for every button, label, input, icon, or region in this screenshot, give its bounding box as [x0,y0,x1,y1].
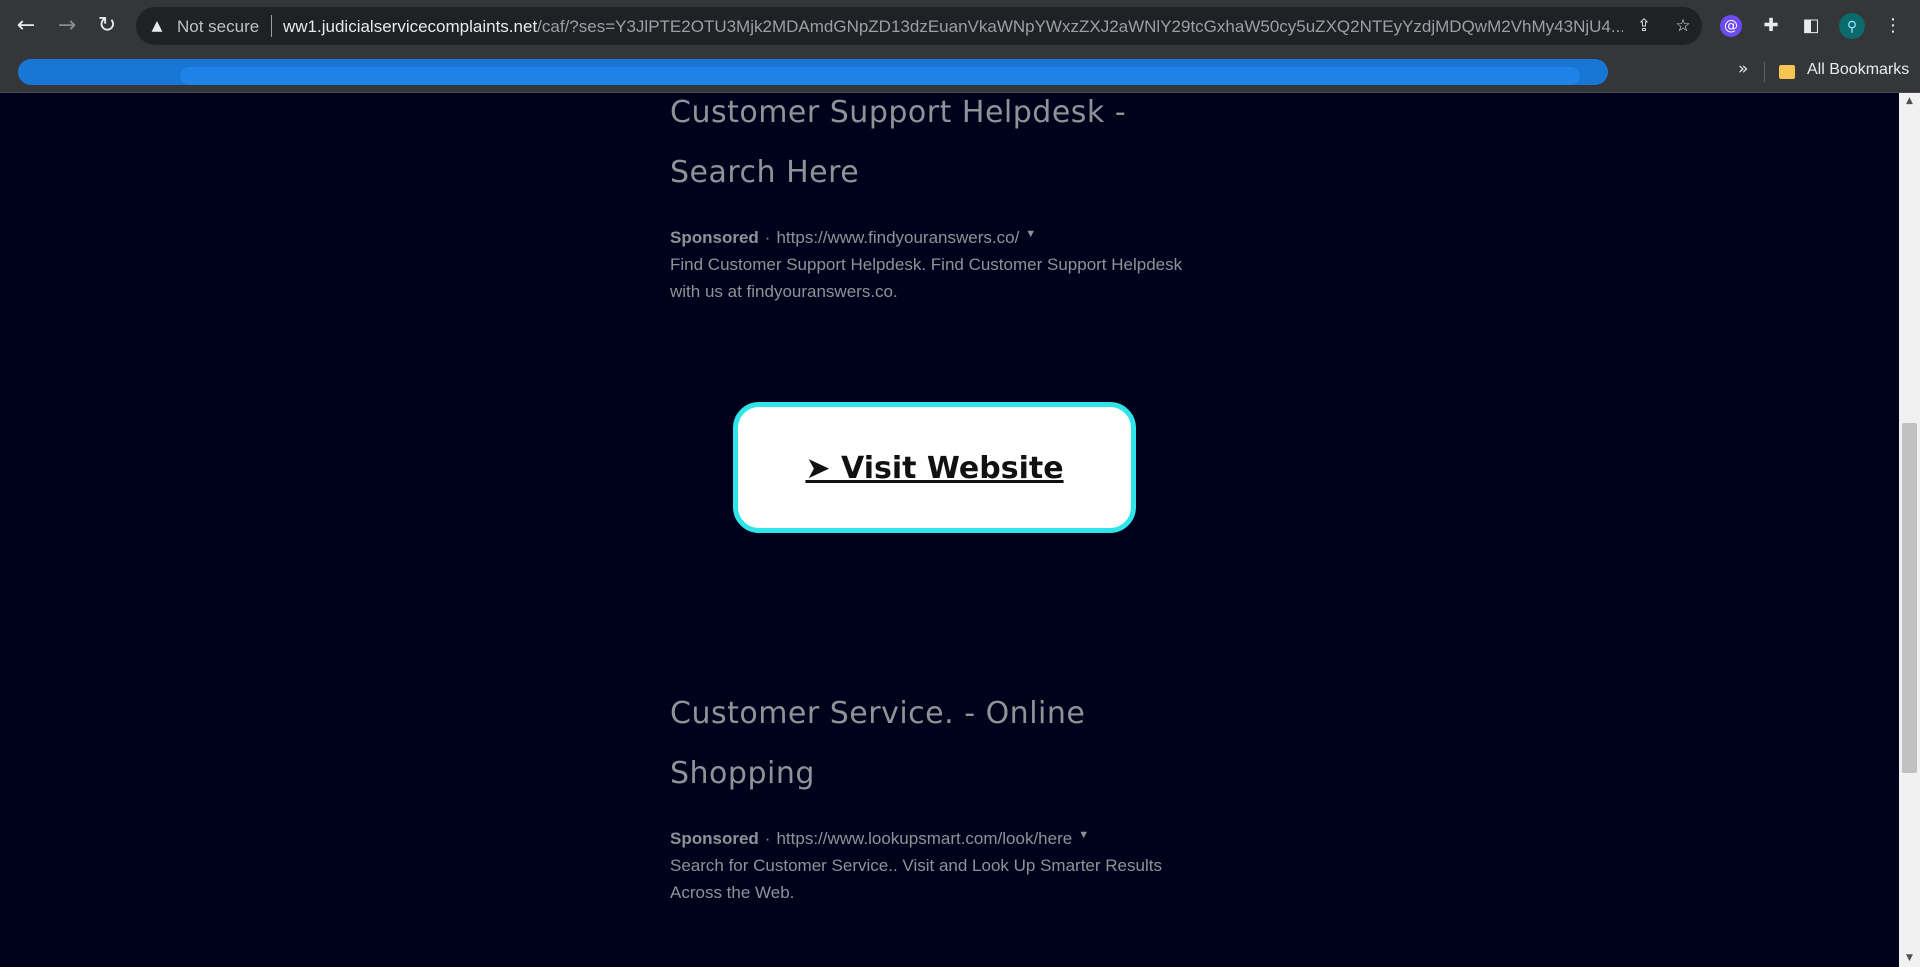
browser-toolbar: ← → ↻ ▲ Not secure ww1.judicialserviceco… [0,0,1920,53]
ad-url[interactable]: https://www.lookupsmart.com/look/here [776,829,1072,848]
visit-website-button[interactable]: ➤ Visit Website [733,402,1136,533]
sponsored-label: Sponsored [670,228,759,247]
ad-listing: Customer Service. - Online Shopping Spon… [670,684,1210,906]
meta-dot: · [764,228,771,247]
ad-description: Search for Customer Service.. Visit and … [670,856,1162,902]
vertical-scrollbar[interactable]: ▲ ▼ [1899,93,1920,967]
caret-down-icon[interactable]: ▼ [1078,829,1089,841]
ad-meta: Sponsored · https://www.lookupsmart.com/lo… [670,829,1210,849]
sponsored-label: Sponsored [670,829,759,848]
security-indicator[interactable]: Not secure [177,17,259,37]
ad-title[interactable]: Customer Support Helpdesk - Search Here [670,93,1210,203]
warning-icon[interactable]: ▲ [148,17,166,35]
address-divider [271,15,272,37]
bookmarks-bar: » All Bookmarks [0,53,1920,93]
back-button[interactable]: ← [10,10,42,42]
ad-title-line[interactable]: Customer Service. - Online [670,684,1210,744]
profile-avatar[interactable]: ⚲ [1839,13,1865,39]
folder-icon [1779,65,1795,79]
redacted-bookmarks-overlay [180,67,1580,85]
reload-button[interactable]: ↻ [91,10,123,42]
forward-button[interactable]: → [51,10,83,42]
bookmarks-divider [1764,62,1765,82]
ad-title[interactable]: Customer Service. - Online Shopping [670,684,1210,804]
browser-chrome: ← → ↻ ▲ Not secure ww1.judicialserviceco… [0,0,1920,93]
ad-meta: Sponsored · https://www.findyouranswers.co… [670,228,1210,248]
scroll-up-icon[interactable]: ▲ [1899,93,1920,110]
url-path: /caf/?ses=Y3JlPTE2OTU3Mjk2MDAmdGNpZD13dz… [537,17,1623,36]
scroll-thumb[interactable] [1902,423,1917,773]
all-bookmarks-button[interactable]: All Bookmarks [1807,61,1909,79]
side-panel-icon[interactable]: ◧ [1798,13,1824,39]
address-bar[interactable]: ▲ Not secure ww1.judicialservicecomplain… [136,7,1702,45]
url-domain: ww1.judicialservicecomplaints.net [283,17,538,36]
meta-dot: · [764,829,771,848]
caret-down-icon[interactable]: ▼ [1025,228,1036,240]
extension-at-icon[interactable]: @ [1720,15,1742,37]
page-content: Customer Support Helpdesk - Search Here … [0,93,1899,967]
ad-description: Find Customer Support Helpdesk. Find Cus… [670,255,1183,301]
url-text[interactable]: ww1.judicialservicecomplaints.net/caf/?s… [283,17,1623,37]
extensions-puzzle-icon[interactable]: ✚ [1758,13,1784,39]
menu-kebab-icon[interactable]: ⋮ [1880,13,1906,39]
ad-listing: Customer Support Helpdesk - Search Here … [670,93,1210,305]
ad-title-line[interactable]: Search Here [670,143,1210,203]
share-icon[interactable]: ⇪ [1633,15,1655,37]
ad-title-line[interactable]: Customer Support Helpdesk - [670,93,1210,143]
ad-title-line[interactable]: Shopping [670,744,1210,804]
ad-url[interactable]: https://www.findyouranswers.co/ [776,228,1019,247]
scroll-down-icon[interactable]: ▼ [1899,950,1920,967]
bookmark-star-icon[interactable]: ☆ [1672,15,1694,37]
bookmarks-overflow-button[interactable]: » [1738,59,1748,79]
visit-website-label[interactable]: ➤ Visit Website [805,451,1063,486]
